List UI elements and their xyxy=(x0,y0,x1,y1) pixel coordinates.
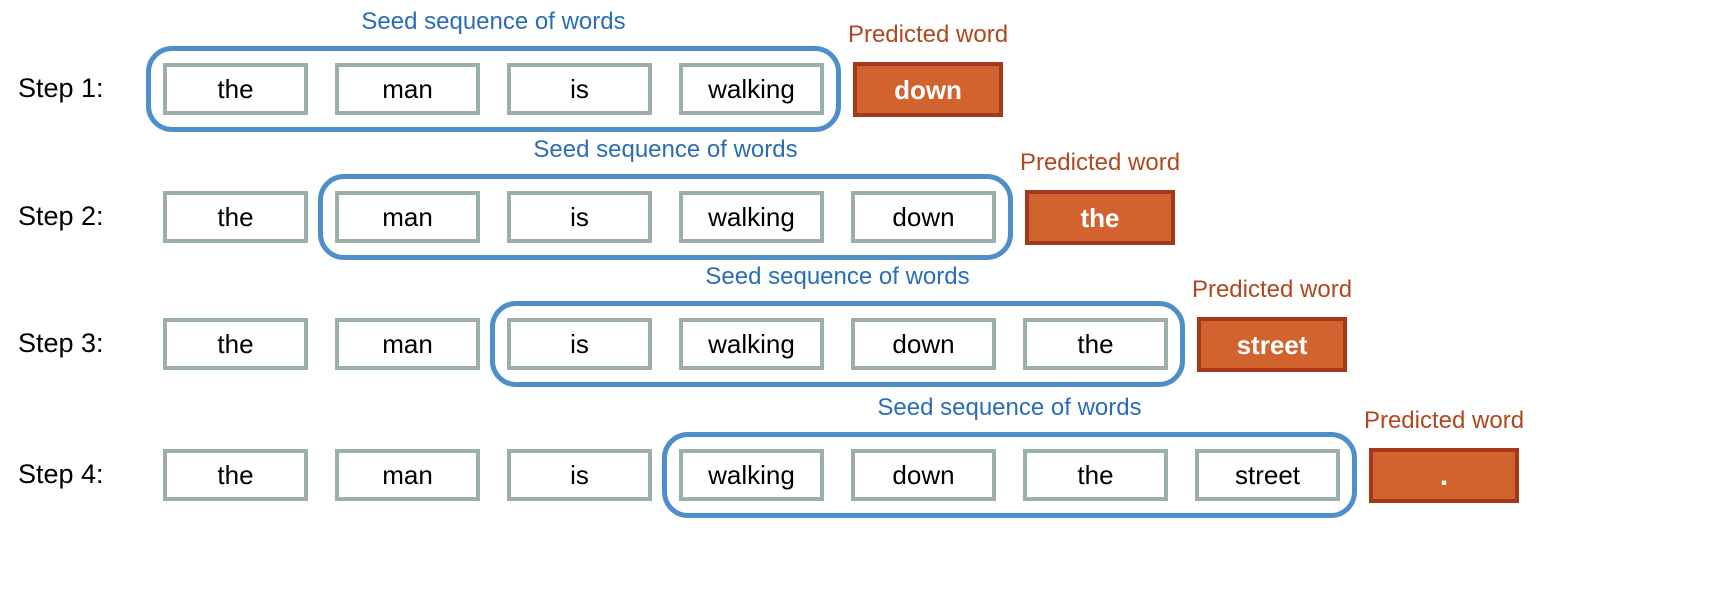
word-box: the xyxy=(1023,318,1168,370)
word-box: down xyxy=(851,318,996,370)
predicted-word-box: the xyxy=(1025,190,1175,245)
predicted-word-box: street xyxy=(1197,317,1347,372)
word-box: is xyxy=(507,191,652,243)
seed-sequence-label: Seed sequence of words xyxy=(361,8,626,35)
predicted-word-box: . xyxy=(1369,448,1519,503)
predicted-word-label: Predicted word xyxy=(847,21,1009,48)
step-label: Step 1: xyxy=(18,73,104,103)
predicted-word-label: Predicted word xyxy=(1019,149,1181,176)
predicted-word-box: down xyxy=(853,62,1003,117)
seed-sequence-label: Seed sequence of words xyxy=(705,263,970,290)
word-box: walking xyxy=(679,191,824,243)
word-box: man xyxy=(335,63,480,115)
word-box: is xyxy=(507,449,652,501)
word-box: the xyxy=(163,63,308,115)
word-box: walking xyxy=(679,63,824,115)
word-box: man xyxy=(335,318,480,370)
word-box: is xyxy=(507,63,652,115)
step-label: Step 2: xyxy=(18,201,104,231)
seed-sequence-label: Seed sequence of words xyxy=(877,394,1142,421)
word-box: down xyxy=(851,449,996,501)
step-label: Step 4: xyxy=(18,459,104,489)
word-box: walking xyxy=(679,318,824,370)
word-box: down xyxy=(851,191,996,243)
word-box: is xyxy=(507,318,652,370)
word-box: man xyxy=(335,449,480,501)
word-box: the xyxy=(163,191,308,243)
predicted-word-label: Predicted word xyxy=(1191,276,1353,303)
word-box: walking xyxy=(679,449,824,501)
prediction-steps-diagram: Step 1: the man is walking Seed sequence of w… xyxy=(0,0,1722,592)
predicted-word-label: Predicted word xyxy=(1363,407,1525,434)
word-box: the xyxy=(163,449,308,501)
seed-sequence-label: Seed sequence of words xyxy=(533,136,798,163)
word-box: the xyxy=(163,318,308,370)
word-box: street xyxy=(1195,449,1340,501)
word-box: the xyxy=(1023,449,1168,501)
step-label: Step 3: xyxy=(18,328,104,358)
word-box: man xyxy=(335,191,480,243)
